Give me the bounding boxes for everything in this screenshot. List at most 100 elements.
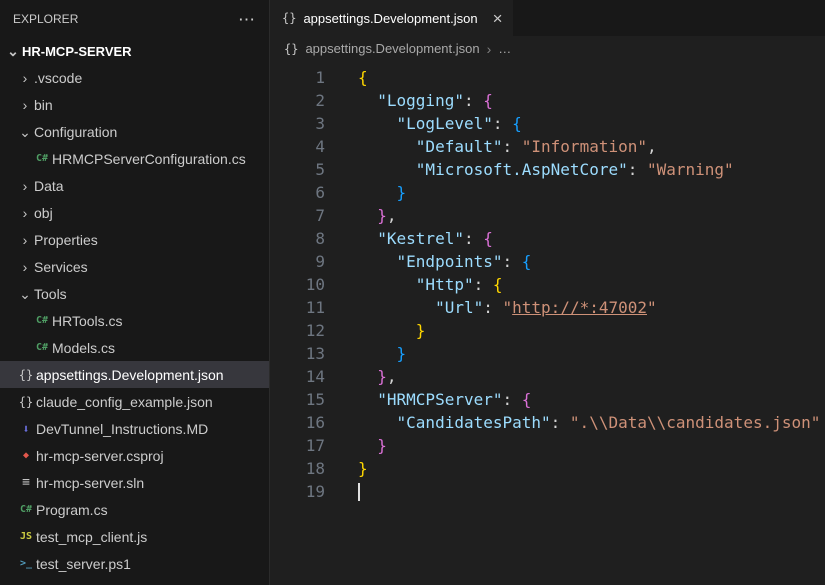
text-cursor xyxy=(358,483,360,501)
tree-item-label: test_server.ps1 xyxy=(36,556,131,572)
code-line-9[interactable]: 9 "Endpoints": { xyxy=(270,250,825,273)
project-root-row[interactable]: ⌄ HR-MCP-SERVER xyxy=(0,38,269,64)
line-number: 18 xyxy=(270,457,325,480)
chevron-right-icon: › xyxy=(16,98,34,112)
tree-item-label: .vscode xyxy=(34,70,82,86)
code-line-1[interactable]: 1{ xyxy=(270,66,825,89)
file-item-HRMCPServerConfiguration.cs[interactable]: C#HRMCPServerConfiguration.cs xyxy=(0,145,269,172)
tree-item-label: DevTunnel_Instructions.MD xyxy=(36,421,208,437)
code-line-19[interactable]: 19 xyxy=(270,480,825,503)
folder-item-Data[interactable]: ›Data xyxy=(0,172,269,199)
line-number: 13 xyxy=(270,342,325,365)
line-content xyxy=(325,480,360,503)
file-item-appsettings.Development.json[interactable]: {}appsettings.Development.json xyxy=(0,361,269,388)
folder-item-Configuration[interactable]: ⌄Configuration xyxy=(0,118,269,145)
tree-item-label: Configuration xyxy=(34,124,117,140)
code-line-11[interactable]: 11 "Url": "http://*:47002" xyxy=(270,296,825,319)
json-icon: {} xyxy=(16,396,36,408)
line-number: 10 xyxy=(270,273,325,296)
line-number: 15 xyxy=(270,388,325,411)
folder-item-bin[interactable]: ›bin xyxy=(0,91,269,118)
line-content: "Kestrel": { xyxy=(325,227,493,250)
folder-item-Tools[interactable]: ⌄Tools xyxy=(0,280,269,307)
line-content: } xyxy=(325,434,387,457)
chevron-right-icon: › xyxy=(16,71,34,85)
line-content: "Url": "http://*:47002" xyxy=(325,296,657,319)
editor-area: {} appsettings.Development.json × {} app… xyxy=(270,0,825,585)
code-line-12[interactable]: 12 } xyxy=(270,319,825,342)
code-line-7[interactable]: 7 }, xyxy=(270,204,825,227)
line-number: 17 xyxy=(270,434,325,457)
more-actions-icon[interactable]: ⋯ xyxy=(238,11,255,28)
tab-label: appsettings.Development.json xyxy=(303,11,477,26)
folder-item-Services[interactable]: ›Services xyxy=(0,253,269,280)
line-content: }, xyxy=(325,204,397,227)
tree-item-label: Data xyxy=(34,178,64,194)
tree-item-label: appsettings.Development.json xyxy=(36,367,224,383)
code-line-16[interactable]: 16 "CandidatesPath": ".\\Data\\candidate… xyxy=(270,411,825,434)
line-content: } xyxy=(325,342,406,365)
tree-item-label: Services xyxy=(34,259,88,275)
code-line-13[interactable]: 13 } xyxy=(270,342,825,365)
code-line-17[interactable]: 17 } xyxy=(270,434,825,457)
breadcrumb-file[interactable]: appsettings.Development.json xyxy=(305,41,479,56)
file-item-HRTools.cs[interactable]: C#HRTools.cs xyxy=(0,307,269,334)
close-tab-icon[interactable]: × xyxy=(493,10,503,27)
breadcrumb-more[interactable]: … xyxy=(498,41,511,56)
tree-item-label: Models.cs xyxy=(52,340,115,356)
tab-bar: {} appsettings.Development.json × xyxy=(270,0,825,36)
code-line-5[interactable]: 5 "Microsoft.AspNetCore": "Warning" xyxy=(270,158,825,181)
code-line-15[interactable]: 15 "HRMCPServer": { xyxy=(270,388,825,411)
code-line-8[interactable]: 8 "Kestrel": { xyxy=(270,227,825,250)
line-number: 11 xyxy=(270,296,325,319)
chevron-right-icon: › xyxy=(16,179,34,193)
tree-item-label: Tools xyxy=(34,286,67,302)
explorer-header: EXPLORER ⋯ xyxy=(0,0,269,38)
file-item-Program.cs[interactable]: C#Program.cs xyxy=(0,496,269,523)
line-content: "Logging": { xyxy=(325,89,493,112)
line-content: "Microsoft.AspNetCore": "Warning" xyxy=(325,158,734,181)
chevron-down-icon: ⌄ xyxy=(16,287,34,301)
line-content: "Http": { xyxy=(325,273,503,296)
breadcrumb: {} appsettings.Development.json › … xyxy=(270,36,825,61)
line-number: 5 xyxy=(270,158,325,181)
line-number: 3 xyxy=(270,112,325,135)
code-line-4[interactable]: 4 "Default": "Information", xyxy=(270,135,825,158)
file-item-test_server.ps1[interactable]: >_test_server.ps1 xyxy=(0,550,269,577)
js-icon: JS xyxy=(16,532,36,542)
tab-appsettings-development-json[interactable]: {} appsettings.Development.json × xyxy=(270,0,513,36)
csharp-icon: C# xyxy=(32,154,52,164)
tree-item-label: Program.cs xyxy=(36,502,108,518)
code-editor[interactable]: 1{2 "Logging": {3 "LogLevel": {4 "Defaul… xyxy=(270,61,825,585)
line-content: "Endpoints": { xyxy=(325,250,531,273)
line-number: 2 xyxy=(270,89,325,112)
file-item-claude_config_example.json[interactable]: {}claude_config_example.json xyxy=(0,388,269,415)
code-line-10[interactable]: 10 "Http": { xyxy=(270,273,825,296)
file-item-hr-mcp-server.sln[interactable]: ≡hr-mcp-server.sln xyxy=(0,469,269,496)
line-number: 4 xyxy=(270,135,325,158)
file-item-hr-mcp-server.csproj[interactable]: ◆hr-mcp-server.csproj xyxy=(0,442,269,469)
line-content: "CandidatesPath": ".\\Data\\candidates.j… xyxy=(325,411,820,434)
csharp-icon: C# xyxy=(16,505,36,515)
code-line-14[interactable]: 14 }, xyxy=(270,365,825,388)
folder-item-.vscode[interactable]: ›.vscode xyxy=(0,64,269,91)
line-content: "Default": "Information", xyxy=(325,135,657,158)
chevron-right-icon: › xyxy=(16,233,34,247)
markdown-icon: ⬇ xyxy=(16,423,36,435)
chevron-right-icon: › xyxy=(16,206,34,220)
line-content: } xyxy=(325,181,406,204)
folder-item-obj[interactable]: ›obj xyxy=(0,199,269,226)
json-icon: {} xyxy=(282,11,296,25)
file-item-DevTunnel_Instructions.MD[interactable]: ⬇DevTunnel_Instructions.MD xyxy=(0,415,269,442)
file-item-test_mcp_client.js[interactable]: JStest_mcp_client.js xyxy=(0,523,269,550)
code-line-2[interactable]: 2 "Logging": { xyxy=(270,89,825,112)
file-item-Models.cs[interactable]: C#Models.cs xyxy=(0,334,269,361)
folder-item-Properties[interactable]: ›Properties xyxy=(0,226,269,253)
code-line-3[interactable]: 3 "LogLevel": { xyxy=(270,112,825,135)
chevron-right-icon: › xyxy=(487,41,492,57)
tree-item-label: hr-mcp-server.csproj xyxy=(36,448,164,464)
sln-icon: ≡ xyxy=(16,476,36,489)
chevron-down-icon: ⌄ xyxy=(16,125,34,139)
code-line-18[interactable]: 18} xyxy=(270,457,825,480)
code-line-6[interactable]: 6 } xyxy=(270,181,825,204)
